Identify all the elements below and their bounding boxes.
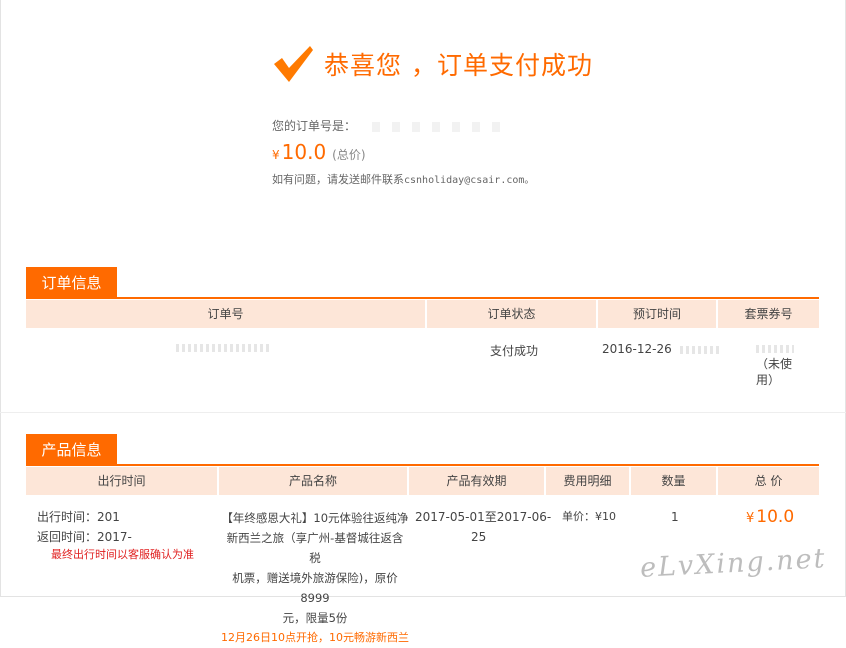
order-number-value-redacted (176, 344, 272, 352)
product-section-tab: 产品信息 (26, 434, 117, 466)
validity-line-2: 25 (471, 530, 487, 544)
booked-time-value: 2016-12-26 (602, 342, 722, 356)
product-section-header: 产品信息 (26, 434, 819, 466)
booked-time-date: 2016-12-26 (602, 342, 672, 356)
col-validity: 产品有效期 (409, 467, 546, 495)
product-table-header: 出行时间 产品名称 产品有效期 费用明细 数量 总 价 (26, 467, 819, 495)
return-label: 返回时间： (37, 530, 98, 544)
price-value: 10.0 (281, 140, 327, 164)
return-line: 返回时间：2017- (37, 527, 194, 547)
success-title: 恭喜您 ，订单支付成功 (324, 51, 593, 80)
total-cell: ¥ 10.0 (746, 507, 794, 527)
col-booked-time: 预订时间 (598, 300, 718, 328)
col-product-name: 产品名称 (219, 467, 409, 495)
price-currency: ¥ (272, 148, 280, 162)
product-sale-note: 12月26日10点开抢，10元畅游新西兰 (221, 631, 409, 644)
booked-time-redacted (679, 345, 722, 354)
help-line: 如有问题，请发送邮件联系csnholiday@csair.com。 (272, 171, 534, 187)
validity-cell: 2017-05-01至2017-06- 25 (415, 507, 551, 547)
voucher-redacted (756, 344, 794, 353)
fee-cell: 单价：¥10 (562, 510, 616, 523)
success-banner: 恭喜您 ，订单支付成功 (272, 44, 593, 84)
col-fee: 费用明细 (546, 467, 631, 495)
col-voucher: 套票券号 (744, 307, 793, 321)
product-name-cell[interactable]: 【年终感恩大礼】10元体验往返纯净 新西兰之旅（享广州-基督城往返含税 机票，赠… (221, 508, 409, 648)
order-section-header: 订单信息 (26, 267, 819, 299)
order-table: 订单号 订单状态 预订时间 套票券号 (26, 300, 819, 328)
voucher-note-2: 用） (756, 373, 781, 387)
final-time-note: 最终出行时间以客服确认为准 (51, 548, 194, 561)
checkmark-icon (274, 46, 313, 82)
quantity-cell: 1 (671, 510, 679, 524)
product-name-line-2: 新西兰之旅（享广州-基督城往返含税 (226, 531, 404, 565)
order-number-label: 您的订单号是： (272, 119, 357, 133)
return-value: 2017- (97, 530, 132, 544)
voucher-value: （未使 用） (756, 340, 818, 388)
col-quantity: 数量 (631, 467, 718, 495)
order-section-tab: 订单信息 (26, 267, 117, 299)
col-order-status: 订单状态 (427, 300, 598, 328)
order-number-line: 您的订单号是： (272, 117, 501, 134)
order-table-header: 订单号 订单状态 预订时间 套票券号 (26, 300, 819, 328)
depart-label: 出行时间： (37, 510, 98, 524)
depart-line: 出行时间：201 (37, 507, 194, 527)
section-divider (0, 412, 846, 413)
product-name-line-1: 【年终感恩大礼】10元体验往返纯净 (221, 511, 409, 525)
col-order-number: 订单号 (26, 300, 427, 328)
order-number-redacted (360, 121, 501, 132)
product-name-line-3: 机票，赠送境外旅游保险)，原价8999 (232, 571, 398, 605)
price-note: (总价) (332, 148, 366, 162)
total-currency: ¥ (746, 511, 755, 526)
travel-time-cell: 出行时间：201 返回时间：2017- 最终出行时间以客服确认为准 (37, 507, 194, 563)
help-text: 如有问题，请发送邮件联系 (272, 173, 404, 186)
col-total: 总 价 (754, 474, 783, 488)
product-table: 出行时间 产品名称 产品有效期 费用明细 数量 总 价 (26, 467, 819, 495)
order-status-value: 支付成功 (490, 344, 539, 358)
help-email[interactable]: csnholiday@csair.com。 (404, 175, 534, 186)
total-value: 10.0 (756, 507, 795, 527)
validity-line-1: 2017-05-01至2017-06- (415, 510, 552, 524)
voucher-note: （未使 (756, 357, 793, 371)
product-name-line-4: 元，限量5份 (282, 611, 348, 625)
col-travel-time: 出行时间 (26, 467, 219, 495)
depart-value: 201 (97, 510, 120, 524)
total-price-line: ¥ 10.0 (总价) (272, 140, 366, 164)
